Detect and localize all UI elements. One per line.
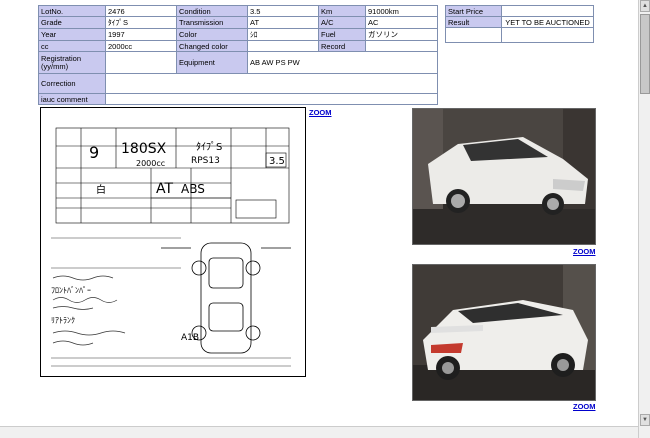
info-row: Grade ﾀｲﾌﾟS Transmission AT A/C AC	[38, 16, 438, 29]
year-label: Year	[38, 28, 106, 41]
lot-info-table: LotNo. 2476 Condition 3.5 Km 91000km Gra…	[38, 5, 438, 105]
equipment-value: AB AW PS PW	[247, 51, 438, 74]
sheet-grade: ﾀｲﾌﾟS	[196, 141, 222, 153]
transmission-value: AT	[247, 16, 319, 29]
changed-color-value	[247, 40, 319, 52]
sheet-chassis: RPS13	[191, 156, 220, 166]
year-value: 1997	[105, 28, 177, 41]
rear-photo-zoom-link[interactable]: ZOOM	[573, 402, 596, 411]
result-label: Result	[445, 16, 502, 28]
record-value	[365, 40, 438, 52]
sheet-color: 白	[96, 183, 106, 196]
sheet-note-1: ﾌﾛﾝﾄﾊﾞﾝﾊﾟｰ	[51, 286, 91, 295]
km-value: 91000km	[365, 5, 438, 17]
info-row: Registration (yy/mm) Equipment AB AW PS …	[38, 51, 438, 74]
scroll-down-icon[interactable]: ▼	[640, 414, 650, 426]
sheet-note-3: ﾘｱﾄﾗﾝｸ	[51, 316, 75, 325]
color-label: Color	[176, 28, 248, 41]
cc-label: cc	[38, 40, 106, 52]
fuel-value: ガソリン	[365, 28, 438, 41]
sheet-equipment: ABS	[181, 182, 205, 196]
auction-sheet-drawing: 9 180SX ﾀｲﾌﾟS RPS13 2000cc 3.5 AT ABS 白 …	[51, 127, 291, 367]
price-blank	[445, 27, 502, 43]
sheet-note-2: A1B	[181, 333, 199, 343]
info-row: Correction	[38, 73, 438, 94]
info-row: iauc comment	[38, 93, 438, 105]
scroll-up-icon[interactable]: ▲	[640, 0, 650, 12]
info-row: cc 2000cc Changed color Record	[38, 40, 438, 52]
lotno-label: LotNo.	[38, 5, 106, 17]
sheet-lot-no: 9	[89, 143, 99, 162]
info-row: LotNo. 2476 Condition 3.5 Km 91000km	[38, 5, 438, 17]
cc-value: 2000cc	[105, 40, 177, 52]
fuel-label: Fuel	[318, 28, 366, 41]
scroll-thumb[interactable]	[640, 14, 650, 94]
car-front-image	[413, 109, 595, 244]
lotno-value: 2476	[105, 5, 177, 17]
start-price-value	[501, 5, 594, 17]
sheet-score: 3.5	[269, 156, 285, 167]
start-price-label: Start Price	[445, 5, 502, 17]
changed-color-label: Changed color	[176, 40, 248, 52]
correction-label: Correction	[38, 73, 106, 94]
condition-label: Condition	[176, 5, 248, 17]
condition-value: 3.5	[247, 5, 319, 17]
record-label: Record	[318, 40, 366, 52]
price-table: Start Price Result YET TO BE AUCTIONED	[445, 5, 594, 43]
transmission-label: Transmission	[176, 16, 248, 29]
car-rear-photo[interactable]	[412, 264, 596, 401]
horizontal-scrollbar[interactable]	[0, 426, 638, 438]
front-photo-zoom-link[interactable]: ZOOM	[573, 247, 596, 256]
color-value: ｼﾛ	[247, 28, 319, 41]
equipment-label: Equipment	[176, 51, 248, 74]
registration-value	[105, 51, 177, 74]
comment-label: iauc comment	[38, 93, 106, 105]
info-row: Year 1997 Color ｼﾛ Fuel ガソリン	[38, 28, 438, 41]
grade-value: ﾀｲﾌﾟS	[105, 16, 177, 29]
car-rear-image	[413, 265, 595, 400]
registration-label: Registration (yy/mm)	[38, 51, 106, 74]
correction-value	[105, 73, 438, 94]
price-blank	[501, 27, 594, 43]
sheet-model: 180SX	[121, 141, 167, 157]
grade-label: Grade	[38, 16, 106, 29]
sheet-transmission: AT	[156, 181, 173, 197]
sheet-zoom-link[interactable]: ZOOM	[309, 108, 332, 117]
comment-value	[105, 93, 438, 105]
sheet-cc: 2000cc	[136, 159, 165, 168]
auction-sheet-image[interactable]: 9 180SX ﾀｲﾌﾟS RPS13 2000cc 3.5 AT ABS 白 …	[40, 107, 306, 377]
ac-value: AC	[365, 16, 438, 29]
km-label: Km	[318, 5, 366, 17]
car-front-photo[interactable]	[412, 108, 596, 245]
ac-label: A/C	[318, 16, 366, 29]
result-value: YET TO BE AUCTIONED	[501, 16, 594, 28]
vertical-scrollbar[interactable]: ▲ ▼	[638, 0, 650, 438]
